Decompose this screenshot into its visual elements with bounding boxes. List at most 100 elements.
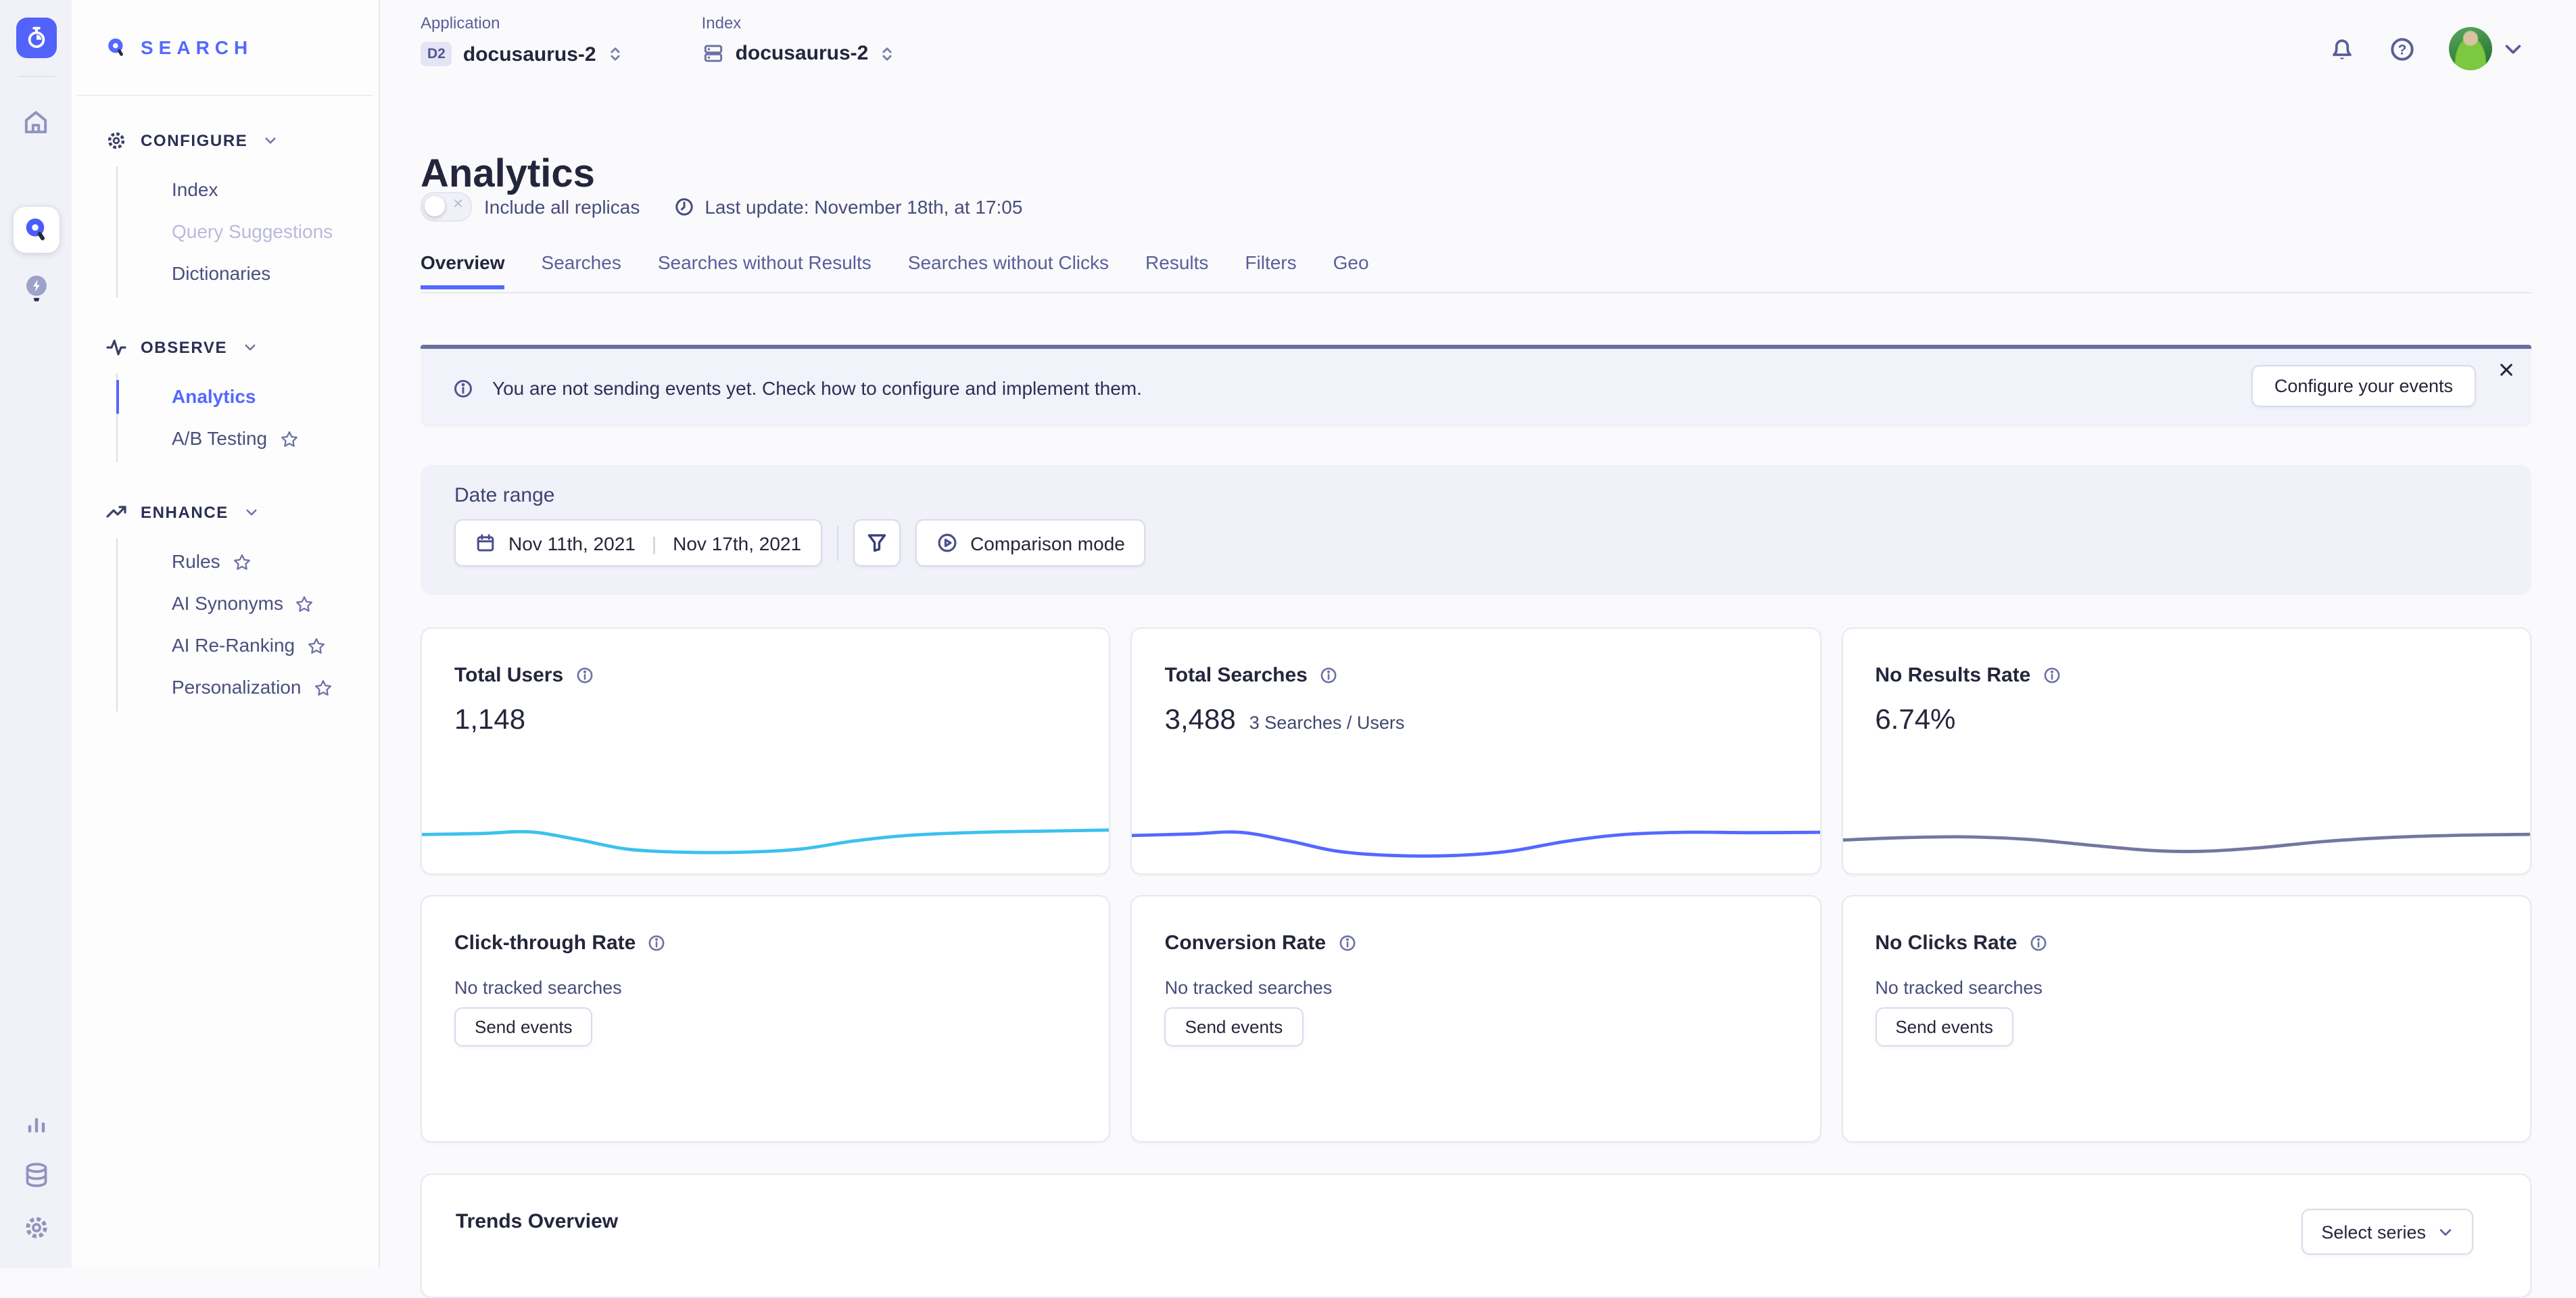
card-title: Total Users: [454, 664, 563, 687]
chevron-down-icon: [245, 506, 258, 519]
notifications-bell-icon[interactable]: [2329, 35, 2356, 62]
banner-message: You are not sending events yet. Check ho…: [492, 377, 1142, 399]
last-update: Last update: November 18th, at 17:05: [673, 196, 1022, 218]
stopwatch-app-tile[interactable]: [16, 18, 56, 58]
card-no-results-rate: No Results Rate 6.74%: [1841, 627, 2531, 875]
tab-filters[interactable]: Filters: [1245, 253, 1296, 289]
card-title: Total Searches: [1165, 664, 1308, 687]
select-stepper-icon: [607, 43, 623, 65]
chevron-down-icon: [2438, 1224, 2453, 1239]
rail-bottom-icons: [22, 1109, 49, 1241]
svg-text:?: ?: [2398, 41, 2407, 57]
sidebar-item-rules[interactable]: Rules: [118, 541, 379, 583]
section-observe-header[interactable]: OBSERVE: [72, 330, 379, 365]
info-icon[interactable]: [2041, 665, 2061, 686]
home-icon[interactable]: [22, 108, 50, 137]
section-enhance-header[interactable]: ENHANCE: [72, 495, 379, 530]
sidebar-item-query-suggestions[interactable]: Query Suggestions: [118, 211, 379, 253]
tab-searches[interactable]: Searches: [542, 253, 621, 289]
star-icon[interactable]: [233, 552, 252, 571]
sparkline-total-users: [421, 804, 1111, 867]
star-icon[interactable]: [295, 594, 314, 613]
search-icon: [22, 216, 49, 243]
tab-searches-without-clicks[interactable]: Searches without Clicks: [908, 253, 1109, 289]
info-icon[interactable]: [1337, 933, 1357, 953]
filter-funnel-button[interactable]: [853, 519, 900, 567]
help-icon[interactable]: ?: [2388, 34, 2416, 63]
page-title: Analytics: [421, 155, 595, 195]
bar-chart-icon[interactable]: [22, 1109, 49, 1136]
sidebar-item-personalization[interactable]: Personalization: [118, 667, 379, 708]
configure-events-button[interactable]: Configure your events: [2251, 365, 2476, 407]
tab-results[interactable]: Results: [1145, 253, 1208, 289]
send-events-button[interactable]: Send events: [1165, 1007, 1304, 1047]
sparkline-total-searches: [1131, 804, 1821, 867]
section-label: CONFIGURE: [141, 131, 247, 150]
sidebar-item-ai-synonyms[interactable]: AI Synonyms: [118, 583, 379, 625]
close-icon[interactable]: [2498, 361, 2515, 379]
sidebar-item-ab-testing[interactable]: A/B Testing: [118, 418, 379, 460]
search-logo[interactable]: SEARCH: [77, 0, 373, 96]
index-select[interactable]: docusaurus-2: [702, 42, 896, 65]
section-configure-header[interactable]: CONFIGURE: [72, 123, 379, 158]
send-events-button[interactable]: Send events: [454, 1007, 593, 1047]
chevron-down-icon: [264, 134, 277, 147]
date-start: Nov 11th, 2021: [508, 532, 636, 554]
sidebar-item-index[interactable]: Index: [118, 169, 379, 211]
tab-geo[interactable]: Geo: [1333, 253, 1369, 289]
settings-gear-icon[interactable]: [22, 1214, 49, 1241]
user-avatar[interactable]: [2449, 27, 2492, 70]
star-icon[interactable]: [279, 429, 298, 448]
sidebar-item-ai-reranking[interactable]: AI Re-Ranking: [118, 625, 379, 667]
activity-icon: [105, 337, 127, 358]
info-icon: [452, 377, 475, 400]
sidebar-item-analytics[interactable]: Analytics: [118, 376, 379, 418]
date-range-panel: Date range Nov 11th, 2021 | Nov 17th, 20…: [421, 465, 2531, 595]
date-range-button[interactable]: Nov 11th, 2021 | Nov 17th, 2021: [454, 519, 821, 567]
top-bar: Application D2 docusaurus-2 Index: [421, 14, 2523, 70]
card-conversion-rate: Conversion Rate No tracked searches Send…: [1131, 895, 1821, 1143]
card-no-clicks-rate: No Clicks Rate No tracked searches Send …: [1841, 895, 2531, 1143]
card-title: Click-through Rate: [454, 932, 636, 955]
date-range-label: Date range: [454, 484, 2531, 507]
application-select[interactable]: D2 docusaurus-2: [421, 42, 623, 66]
send-events-button[interactable]: Send events: [1875, 1007, 2013, 1047]
algolia-dashboard: SEARCH CONFIGURE Index: [0, 0, 2576, 1268]
controls-divider: [836, 525, 838, 560]
last-update-text: Last update: November 18th, at 17:05: [705, 196, 1022, 218]
info-icon[interactable]: [1318, 665, 1339, 686]
card-value: 6.74%: [1875, 704, 1955, 737]
database-icon[interactable]: [22, 1161, 49, 1188]
sidebar-item-dictionaries[interactable]: Dictionaries: [118, 253, 379, 295]
star-icon[interactable]: [313, 678, 332, 697]
empty-message: No tracked searches: [454, 978, 1110, 998]
include-replicas-toggle[interactable]: ✕: [421, 192, 472, 222]
tab-searches-without-results[interactable]: Searches without Results: [658, 253, 872, 289]
card-title: No Results Rate: [1875, 664, 2030, 687]
tab-bar: Overview Searches Searches without Resul…: [421, 253, 1369, 289]
select-series-button[interactable]: Select series: [2301, 1209, 2473, 1255]
info-icon[interactable]: [646, 933, 667, 953]
chevron-down-icon: [243, 341, 257, 354]
comparison-mode-button[interactable]: Comparison mode: [915, 519, 1145, 567]
section-observe: OBSERVE Analytics A/B Testing: [72, 330, 379, 462]
recommend-bulb-icon[interactable]: [21, 273, 51, 306]
icon-rail: [0, 0, 72, 1268]
clock-icon: [673, 196, 695, 218]
tab-overview[interactable]: Overview: [421, 253, 505, 289]
user-menu-chevron-icon[interactable]: [2503, 39, 2523, 59]
search-logo-icon: [105, 36, 128, 59]
section-label: ENHANCE: [141, 503, 229, 522]
main-content: Application D2 docusaurus-2 Index: [379, 0, 2576, 1268]
star-icon[interactable]: [307, 636, 326, 655]
info-icon[interactable]: [574, 665, 594, 686]
replicas-toggle-label: Include all replicas: [484, 196, 640, 218]
toggle-off-x: ✕: [452, 197, 464, 212]
gear-icon: [105, 130, 127, 151]
stopwatch-icon: [24, 26, 48, 50]
select-stepper-icon: [879, 43, 895, 64]
application-label: Application: [421, 14, 623, 32]
info-icon[interactable]: [2028, 933, 2048, 953]
search-product-tile[interactable]: [13, 207, 59, 253]
tabs-divider: [421, 292, 2531, 293]
